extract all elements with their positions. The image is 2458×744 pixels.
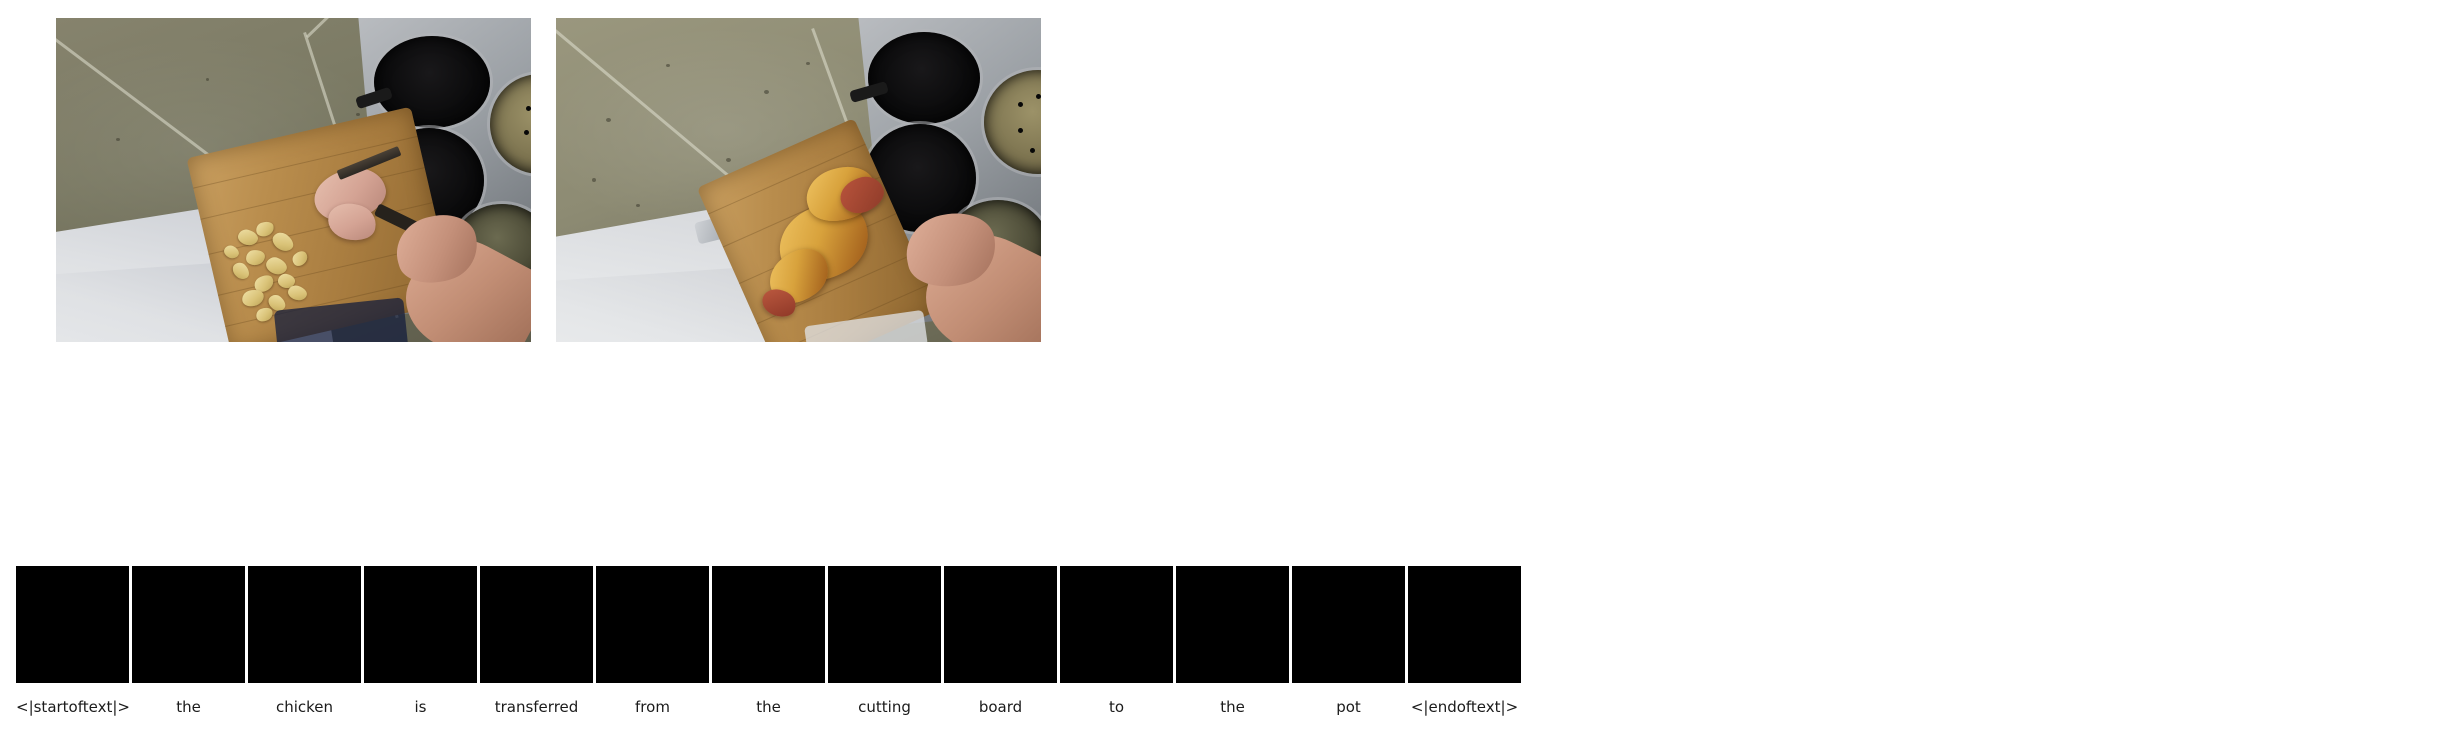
- heatmap-surface: [1176, 566, 1289, 683]
- token-label: chicken: [275, 698, 334, 716]
- attention-heatmap-tile: [1060, 566, 1173, 683]
- attention-token-cell: transferred: [480, 566, 593, 715]
- attention-token-cell: from: [596, 566, 709, 715]
- token-label: to: [1108, 698, 1125, 716]
- attention-token-cell: to: [1060, 566, 1173, 715]
- token-label: the: [1220, 698, 1245, 716]
- token-label: <|startoftext|>: [16, 698, 130, 716]
- token-label: cutting: [858, 698, 911, 716]
- heatmap-surface: [1060, 566, 1173, 683]
- token-label: the: [756, 698, 781, 716]
- token-label: pot: [1336, 698, 1361, 716]
- heatmap-surface: [712, 566, 825, 683]
- pot-large: [868, 32, 980, 124]
- attention-heatmap-tile: [596, 566, 709, 683]
- attention-heatmap-tile: [1176, 566, 1289, 683]
- video-frame-row: [0, 0, 2458, 360]
- heatmap-surface: [944, 566, 1057, 683]
- attention-heatmap-tile: [16, 566, 129, 683]
- attention-token-cell: the: [1176, 566, 1289, 715]
- attention-heatmap-tile: [712, 566, 825, 683]
- attention-token-cell: pot: [1292, 566, 1405, 715]
- attention-heatmap-tile: [828, 566, 941, 683]
- heatmap-surface: [132, 566, 245, 683]
- heatmap-surface: [16, 566, 129, 683]
- attention-heatmap-tile: [480, 566, 593, 683]
- token-label: <|endoftext|>: [1410, 698, 1519, 716]
- attention-token-cell: chicken: [248, 566, 361, 715]
- attention-heatmap-tile: [1408, 566, 1521, 683]
- figure-root: <|startoftext|> the chicken is transferred fr…: [0, 0, 2458, 744]
- attention-heatmap-tile: [364, 566, 477, 683]
- attention-token-cell: board: [944, 566, 1057, 715]
- attention-heatmap-tile: [944, 566, 1057, 683]
- attention-heatmap-tile: [1292, 566, 1405, 683]
- token-label: transferred: [494, 698, 579, 716]
- attention-token-cell: is: [364, 566, 477, 715]
- attention-token-cell: the: [712, 566, 825, 715]
- token-label: the: [176, 698, 201, 716]
- token-label: board: [978, 698, 1023, 716]
- heatmap-surface: [248, 566, 361, 683]
- heatmap-surface: [1408, 566, 1521, 683]
- attention-token-cell: cutting: [828, 566, 941, 715]
- heatmap-surface: [480, 566, 593, 683]
- heatmap-surface: [364, 566, 477, 683]
- heatmap-surface: [828, 566, 941, 683]
- token-label: from: [635, 698, 670, 716]
- attention-token-cell: the: [132, 566, 245, 715]
- heatmap-surface: [596, 566, 709, 683]
- token-label: is: [414, 698, 427, 716]
- attention-heatmap-tile: [132, 566, 245, 683]
- attention-heatmap-strip: <|startoftext|> the chicken is transferred fr…: [0, 560, 2458, 744]
- attention-token-cell: <|startoftext|>: [16, 566, 130, 716]
- attention-heatmap-tile: [248, 566, 361, 683]
- video-frame-1: [56, 18, 531, 342]
- video-frame-2: [556, 18, 1041, 342]
- heatmap-surface: [1292, 566, 1405, 683]
- attention-token-cell: <|endoftext|>: [1408, 566, 1521, 715]
